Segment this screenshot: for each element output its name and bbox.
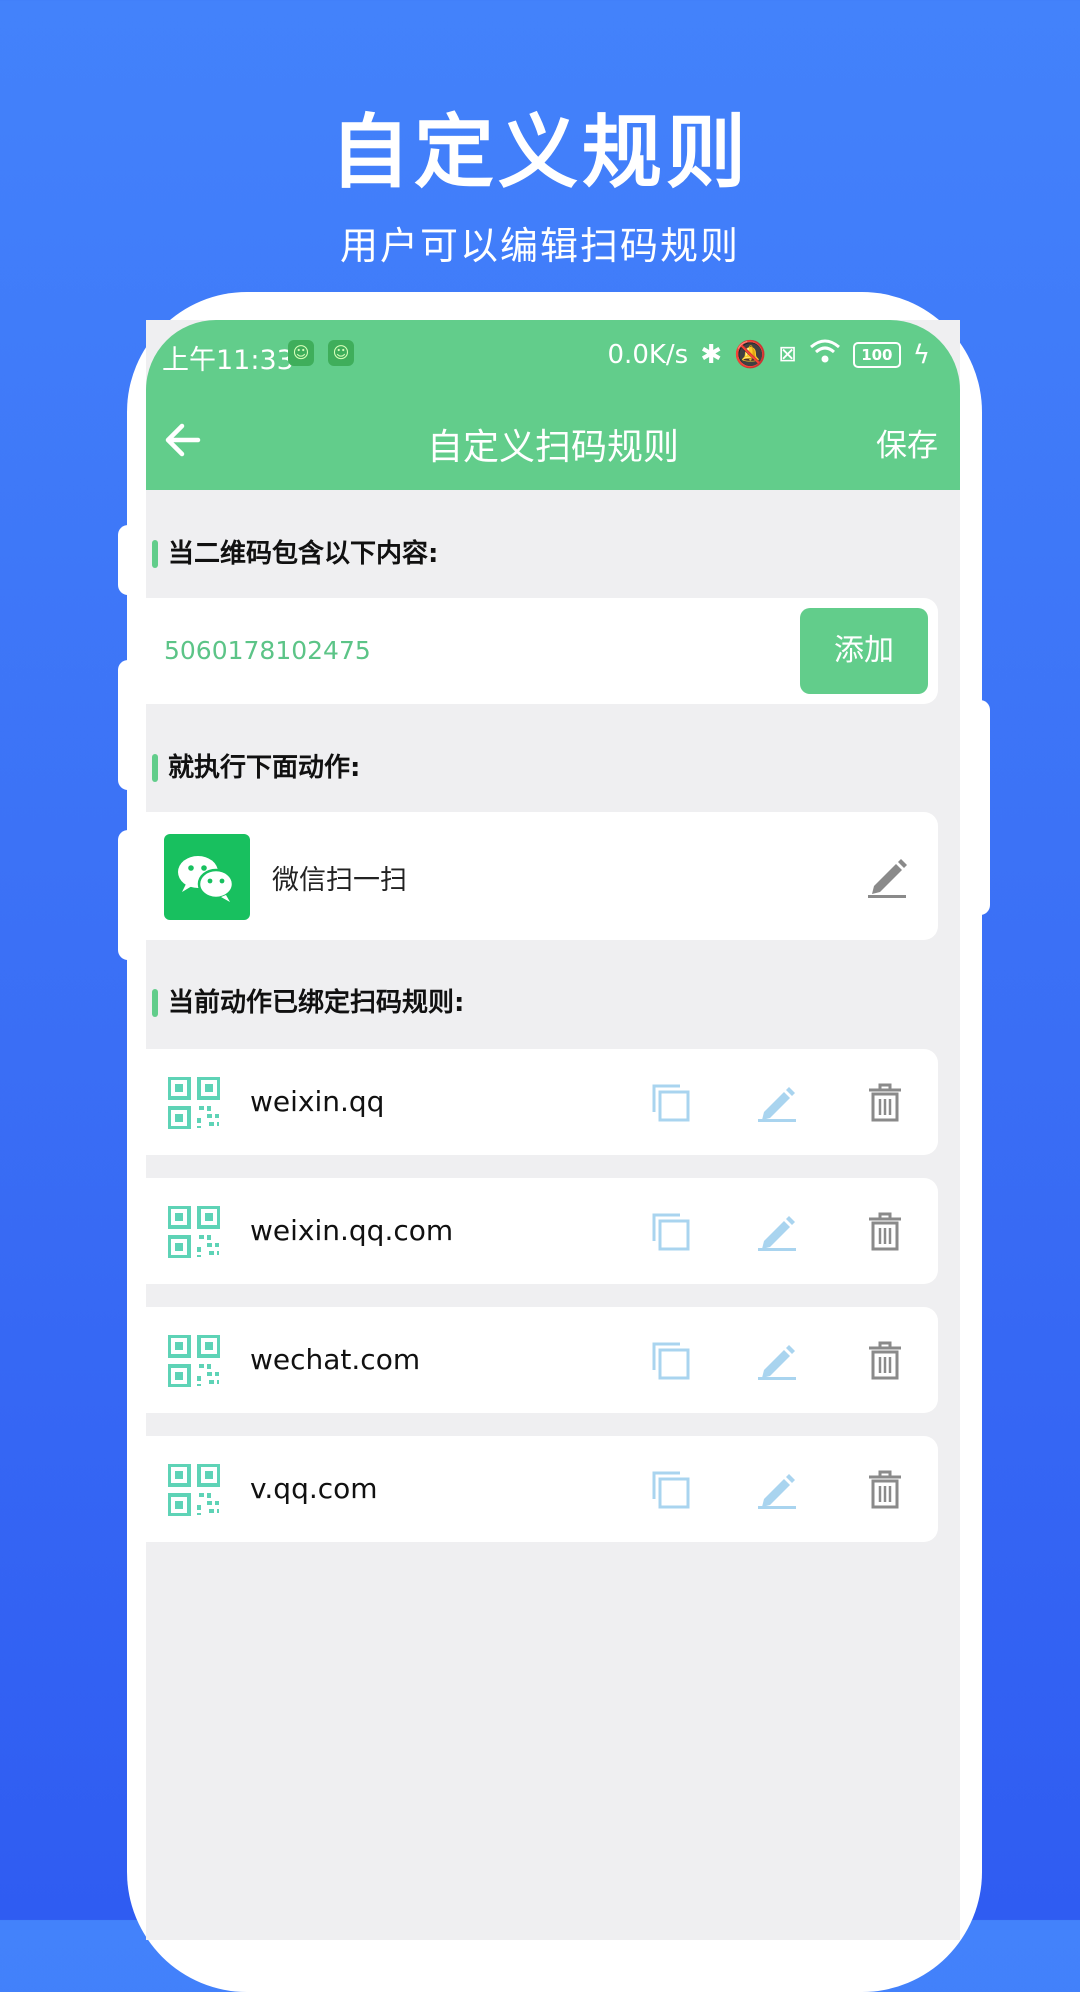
rule-row: wechat.com bbox=[146, 1307, 938, 1413]
status-indicators: 0.0K/s ✱ 🔕 ⊠ 100 ϟ bbox=[608, 338, 930, 371]
condition-section-label: 当二维码包含以下内容: bbox=[152, 538, 438, 570]
pencil-icon[interactable] bbox=[758, 1469, 798, 1509]
action-name: 微信扫一扫 bbox=[272, 865, 407, 896]
pencil-icon[interactable] bbox=[758, 1082, 798, 1122]
rule-text: weixin.qq.com bbox=[250, 1214, 454, 1247]
qr-code-icon bbox=[168, 1077, 220, 1129]
rules-section-label: 当前动作已绑定扫码规则: bbox=[152, 987, 464, 1019]
promo-subtitle: 用户可以编辑扫码规则 bbox=[339, 224, 740, 268]
network-speed: 0.0K/s bbox=[607, 339, 689, 370]
qr-code-icon bbox=[168, 1206, 220, 1258]
sim-off-icon: ⊠ bbox=[778, 342, 797, 367]
copy-icon[interactable] bbox=[650, 1211, 690, 1251]
phone-side-button bbox=[118, 660, 140, 790]
rule-row: weixin.qq bbox=[146, 1049, 938, 1155]
phone-side-button bbox=[118, 830, 140, 960]
qr-code-icon bbox=[168, 1464, 220, 1516]
wifi-icon bbox=[809, 338, 841, 371]
rule-text: wechat.com bbox=[250, 1343, 421, 1376]
trash-icon[interactable] bbox=[868, 1469, 902, 1509]
notification-app-icon: ☺ bbox=[288, 340, 314, 366]
copy-icon[interactable] bbox=[650, 1082, 690, 1122]
page-title: 自定义扫码规则 bbox=[426, 427, 679, 468]
wechat-logo-icon bbox=[164, 834, 250, 920]
trash-icon[interactable] bbox=[868, 1211, 902, 1251]
app-screen: 上午11:33 ☺ ☺ 0.0K/s ✱ 🔕 ⊠ 100 ϟ 自定义扫码规则 保… bbox=[146, 320, 960, 1940]
battery-icon: 100 bbox=[852, 341, 901, 368]
edit-action-button[interactable] bbox=[866, 854, 908, 898]
save-button[interactable]: 保存 bbox=[876, 420, 938, 465]
qr-code-icon bbox=[168, 1335, 220, 1387]
qr-content-input[interactable]: 5060178102475 bbox=[164, 636, 371, 665]
phone-side-button bbox=[968, 700, 990, 915]
trash-icon[interactable] bbox=[868, 1082, 902, 1122]
rule-row: weixin.qq.com bbox=[146, 1178, 938, 1284]
notification-app-icon: ☺ bbox=[328, 340, 354, 366]
pencil-icon[interactable] bbox=[758, 1340, 798, 1380]
status-bar: 上午11:33 ☺ ☺ 0.0K/s ✱ 🔕 ⊠ 100 ϟ bbox=[146, 320, 960, 390]
pencil-icon bbox=[868, 859, 907, 898]
condition-input-card: 5060178102475 添加 bbox=[146, 598, 938, 704]
rule-text: weixin.qq bbox=[250, 1085, 385, 1118]
copy-icon[interactable] bbox=[650, 1469, 690, 1509]
status-time: 上午11:33 bbox=[162, 345, 294, 376]
phone-side-button bbox=[118, 525, 140, 595]
rule-text: v.qq.com bbox=[250, 1472, 378, 1505]
copy-icon[interactable] bbox=[650, 1340, 690, 1380]
charging-icon: ϟ bbox=[912, 339, 930, 370]
app-toolbar: 自定义扫码规则 保存 bbox=[146, 390, 960, 490]
action-section-label: 就执行下面动作: bbox=[152, 752, 360, 784]
add-button[interactable]: 添加 bbox=[800, 608, 928, 694]
rule-row: v.qq.com bbox=[146, 1436, 938, 1542]
mute-bell-icon: 🔕 bbox=[734, 339, 767, 370]
pencil-icon[interactable] bbox=[758, 1211, 798, 1251]
bluetooth-icon: ✱ bbox=[700, 339, 723, 370]
promo-title: 自定义规则 bbox=[330, 106, 750, 199]
trash-icon[interactable] bbox=[868, 1340, 902, 1380]
action-card[interactable]: 微信扫一扫 bbox=[146, 812, 938, 940]
